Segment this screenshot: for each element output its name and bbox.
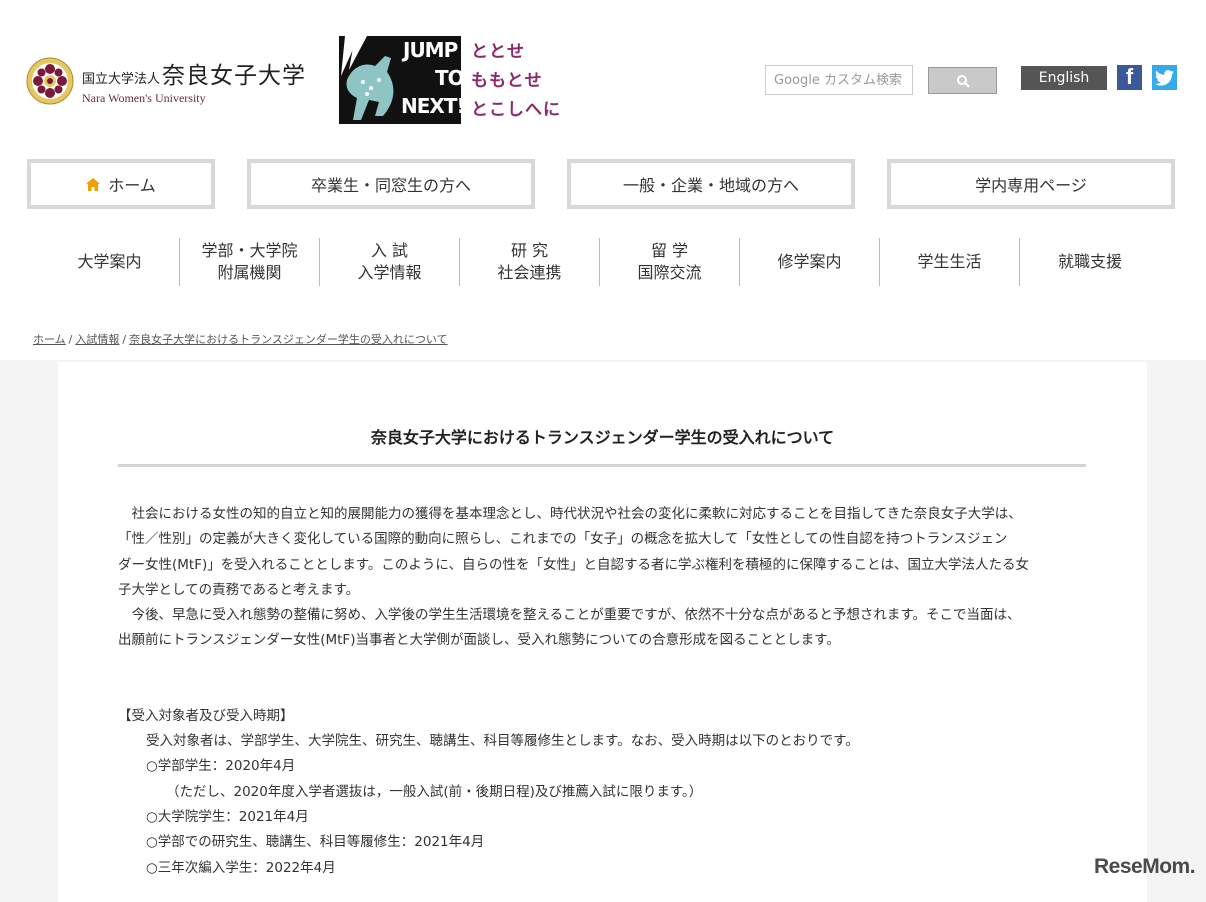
search-icon <box>956 74 970 88</box>
logo-english-text: Nara Women's University <box>82 91 206 105</box>
nav-research[interactable]: 研 究 社会連携 <box>460 238 600 286</box>
university-logo[interactable]: 国立大学法人 奈良女子大学 Nara Women's University <box>26 56 306 106</box>
nav-student-life[interactable]: 学生生活 <box>880 238 1020 286</box>
nav-career[interactable]: 就職支援 <box>1020 238 1160 286</box>
main-nav: 大学案内 学部・大学院 附属機関 入 試 入学情報 研 究 社会連携 留 学 国… <box>40 238 1160 286</box>
schedule-undergrad-note: （ただし、2020年度入学者選抜は，一般入試(前・後期日程)及び推薦入試に限りま… <box>166 783 703 800</box>
nav-internal-button[interactable]: 学内専用ページ <box>887 159 1175 209</box>
logo-corp-text: 国立大学法人 <box>82 72 161 87</box>
facebook-icon[interactable]: f <box>1117 65 1142 90</box>
nav-faculties-label-2: 附属機関 <box>217 263 282 282</box>
resemom-watermark: ReseMom. <box>1094 855 1196 878</box>
nav-admissions[interactable]: 入 試 入学情報 <box>320 238 460 286</box>
section-heading: 【受入対象者及び受入時期】 <box>118 707 294 724</box>
nav-international[interactable]: 留 学 国際交流 <box>600 238 740 286</box>
nav-career-label: 就職支援 <box>1057 252 1122 271</box>
english-button[interactable]: English <box>1021 66 1107 90</box>
section-intro: 受入対象者は、学部学生、大学院生、研究生、聴講生、科目等履修生とします。なお、受… <box>146 733 859 750</box>
nav-admissions-label-2: 入学情報 <box>357 263 422 282</box>
nav-about-label: 大学案内 <box>77 252 142 271</box>
para1-line-4: 子大学としての責務であると考えます。 <box>118 581 360 598</box>
schedule-undergrad: ○学部学生：2020年4月 <box>146 758 296 775</box>
banner-jump-line-2: TO <box>435 66 461 90</box>
banner-jump-line-1: JUMP <box>403 38 458 62</box>
banner-jump-line-3: NEXT!! <box>401 94 461 118</box>
breadcrumb-current-link[interactable]: 奈良女子大学におけるトランスジェンダー学生の受入れについて <box>129 333 447 346</box>
nav-research-label-1: 研 究 <box>510 241 549 260</box>
breadcrumb-home-link[interactable]: ホーム <box>33 333 66 346</box>
schedule-research-students: ○学部での研究生、聴講生、科目等履修生：2021年4月 <box>146 834 485 851</box>
banner-phrase-3: とこしへに <box>471 100 561 120</box>
nav-student-life-label: 学生生活 <box>917 252 982 271</box>
banner-graphic: JUMP TO NEXT!! <box>339 36 461 124</box>
nav-about[interactable]: 大学案内 <box>40 238 180 286</box>
schedule-graduate: ○大学院学生：2021年4月 <box>146 808 309 825</box>
nav-public-button[interactable]: 一般・企業・地域の方へ <box>567 159 855 209</box>
university-seal-icon <box>26 57 74 105</box>
nav-academics-label: 修学案内 <box>777 252 842 271</box>
para1-line-1: 社会における女性の知的自立と知的展開能力の獲得を基本理念とし、時代状況や社会の変… <box>118 506 1022 522</box>
breadcrumb: ホーム / 入試情報 / 奈良女子大学におけるトランスジェンダー学生の受入れについて <box>33 333 448 346</box>
nav-international-label-1: 留 学 <box>650 241 689 260</box>
page-title: 奈良女子大学におけるトランスジェンダー学生の受入れについて <box>370 428 835 447</box>
search-input[interactable] <box>765 65 913 95</box>
nav-academics[interactable]: 修学案内 <box>740 238 880 286</box>
banner-phrase-2: ももとせ <box>471 71 543 91</box>
para2-line-1: 今後、早急に受入れ態勢の整備に努め、入学後の学生生活環境を整えることが重要ですが… <box>118 607 1021 624</box>
schedule-transfer: ○三年次編入学生：2022年4月 <box>146 859 336 876</box>
content-card: 奈良女子大学におけるトランスジェンダー学生の受入れについて 社会における女性の知… <box>58 362 1147 902</box>
logo-name-text: 奈良女子大学 <box>162 63 307 89</box>
home-icon <box>86 177 101 191</box>
nav-alumni-button[interactable]: 卒業生・同窓生の方へ <box>247 159 535 209</box>
nav-admissions-label-1: 入 試 <box>370 241 409 260</box>
nav-home-label: ホーム <box>108 176 156 195</box>
search-button[interactable] <box>928 67 997 94</box>
nav-faculties-label-1: 学部・大学院 <box>201 241 298 260</box>
twitter-icon[interactable] <box>1152 65 1177 90</box>
nav-faculties[interactable]: 学部・大学院 附属機関 <box>180 238 320 286</box>
para2-line-2: 出願前にトランスジェンダー女性(MtF)当事者と大学側が面談し、受入れ態勢につい… <box>118 632 840 649</box>
title-divider <box>118 464 1086 467</box>
banner-phrase-1: ととせ <box>471 42 525 62</box>
breadcrumb-admissions-link[interactable]: 入試情報 <box>75 333 119 346</box>
para1-line-3: ダー女性(MtF)」を受入れることとします。このように、自らの性を「女性」と自認… <box>118 556 1029 573</box>
nav-international-label-2: 国際交流 <box>637 263 702 282</box>
para1-line-2: 「性／性別」の定義が大きく変化している国際的動向に照らし、これまでの「女子」の概… <box>118 531 1008 548</box>
article-body: 社会における女性の知的自立と知的展開能力の獲得を基本理念とし、時代状況や社会の変… <box>118 502 1088 881</box>
nav-home-button[interactable]: ホーム <box>27 159 215 209</box>
nav-research-label-2: 社会連携 <box>497 263 562 282</box>
jump-to-next-banner[interactable]: JUMP TO NEXT!! ととせ ももとせ とこしへに <box>339 36 561 124</box>
